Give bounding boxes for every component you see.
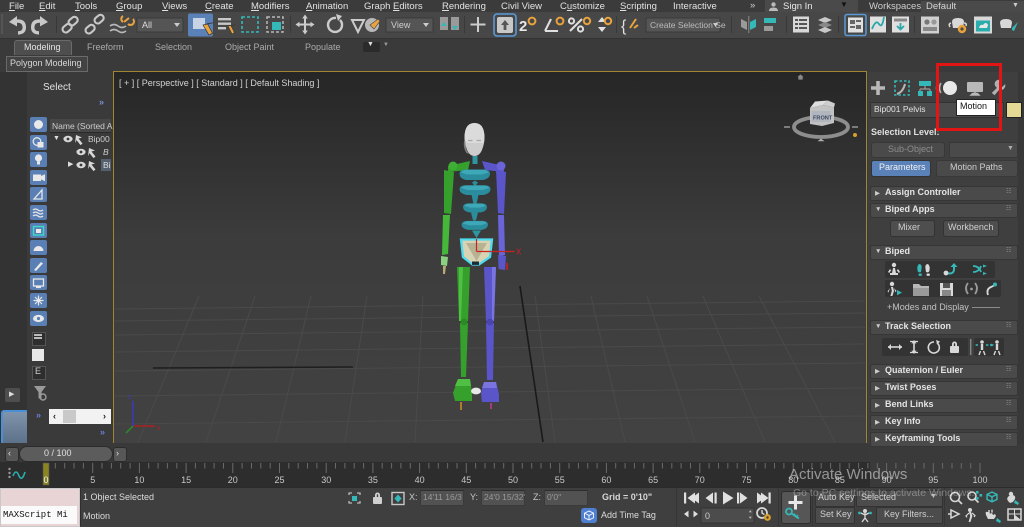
svg-text:40: 40 [415,475,425,485]
svg-text:30: 30 [321,475,331,485]
svg-text:55: 55 [555,475,565,485]
svg-text:2: 2 [519,18,527,35]
svg-text:View: View [391,20,411,30]
svg-text:X: X [516,248,522,257]
svg-text:0: 0 [43,475,48,485]
svg-text:100: 100 [972,475,987,485]
svg-text:25: 25 [274,475,284,485]
svg-text:50: 50 [508,475,518,485]
svg-text:FRONT: FRONT [813,116,833,122]
svg-text:x: x [157,425,161,432]
svg-text:All: All [142,20,152,30]
svg-text:5: 5 [90,475,95,485]
svg-text:60: 60 [601,475,611,485]
svg-text:75: 75 [741,475,751,485]
svg-text:0: 0 [705,511,710,521]
svg-text:70: 70 [695,475,705,485]
svg-text:45: 45 [461,475,471,485]
svg-text:20: 20 [228,475,238,485]
svg-text:15: 15 [181,475,191,485]
svg-text:95: 95 [928,475,938,485]
svg-text:[ + ] [ Perspective ] [ Standa: [ + ] [ Perspective ] [ Standard ] [ Def… [119,78,319,88]
svg-text:35: 35 [368,475,378,485]
svg-text:z: z [128,394,132,401]
svg-text:10: 10 [134,475,144,485]
svg-text:65: 65 [648,475,658,485]
svg-text:{: { [621,18,627,35]
